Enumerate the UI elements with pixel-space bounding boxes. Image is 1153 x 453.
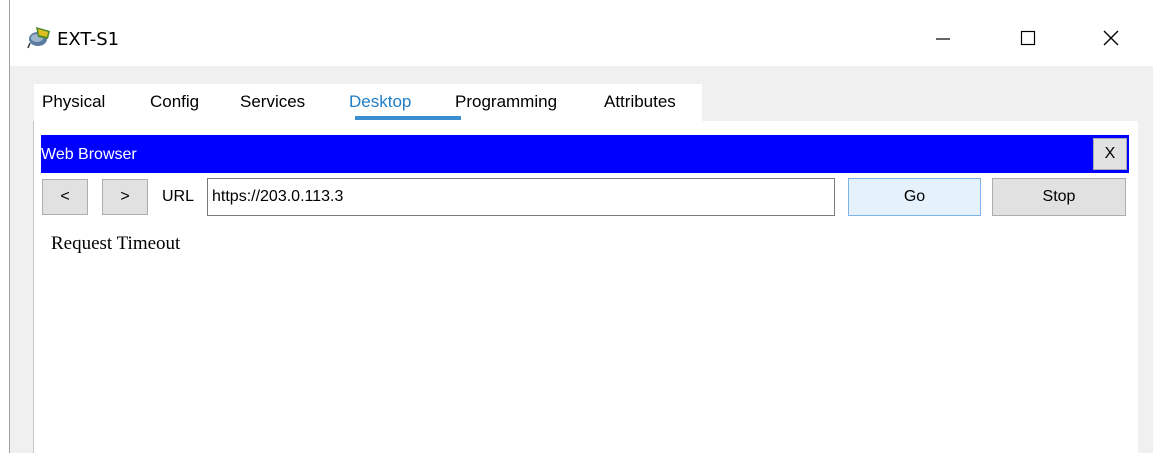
back-button[interactable]: < xyxy=(42,179,88,215)
tab-programming[interactable]: Programming xyxy=(455,92,557,116)
minimize-button[interactable] xyxy=(920,22,966,58)
minimize-icon xyxy=(933,28,953,53)
app-window: EXT-S1 Physical Config Services Desktop … xyxy=(9,0,1153,453)
web-browser-title: Web Browser xyxy=(41,146,137,163)
tab-config[interactable]: Config xyxy=(150,92,199,116)
packet-tracer-device-icon xyxy=(26,25,54,49)
close-icon xyxy=(1101,28,1121,53)
url-label: URL xyxy=(162,188,195,205)
desktop-content: Web Browser X < > URL Go Stop Request Ti… xyxy=(33,121,1138,453)
web-browser-header: Web Browser X xyxy=(41,135,1129,173)
maximize-button[interactable] xyxy=(1005,22,1051,58)
window-title: EXT-S1 xyxy=(57,29,120,50)
tab-bar: Physical Config Services Desktop Program… xyxy=(34,84,702,122)
tab-services[interactable]: Services xyxy=(240,92,305,116)
stop-button[interactable]: Stop xyxy=(992,178,1126,216)
active-tab-indicator xyxy=(355,116,461,120)
forward-button[interactable]: > xyxy=(102,179,148,215)
tab-physical[interactable]: Physical xyxy=(42,92,105,116)
close-window-button[interactable] xyxy=(1088,22,1134,58)
title-bar: EXT-S1 xyxy=(10,0,1153,66)
tab-attributes[interactable]: Attributes xyxy=(604,92,676,116)
browser-close-button[interactable]: X xyxy=(1093,138,1127,170)
url-input[interactable] xyxy=(207,178,835,216)
tab-desktop[interactable]: Desktop xyxy=(349,92,411,116)
go-button[interactable]: Go xyxy=(848,178,981,216)
maximize-icon xyxy=(1018,28,1038,53)
browser-page-content: Request Timeout xyxy=(51,233,181,254)
